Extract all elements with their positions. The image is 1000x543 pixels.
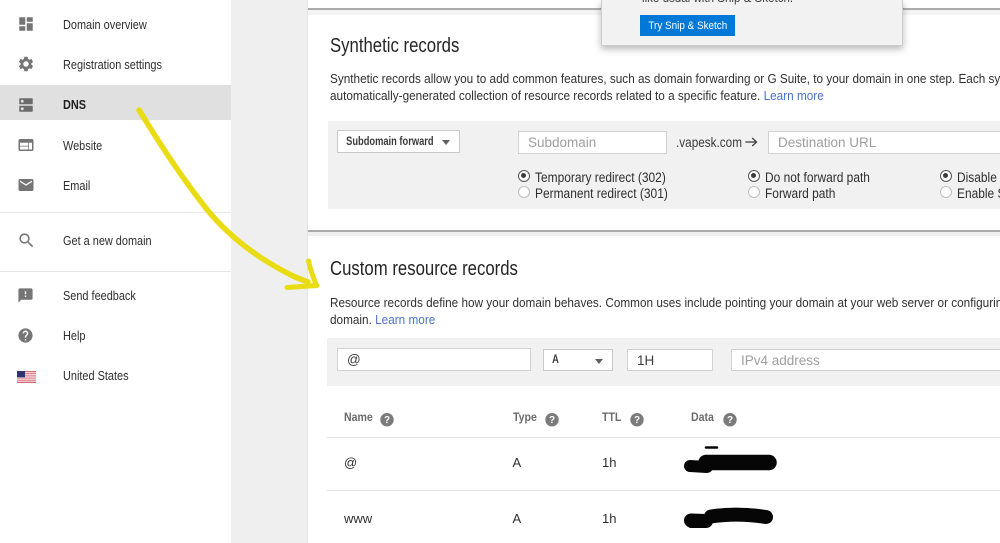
svg-text:?: ? <box>384 415 390 426</box>
svg-text:?: ? <box>549 415 555 426</box>
svg-text:?: ? <box>727 415 733 426</box>
svg-text:?: ? <box>634 415 640 426</box>
